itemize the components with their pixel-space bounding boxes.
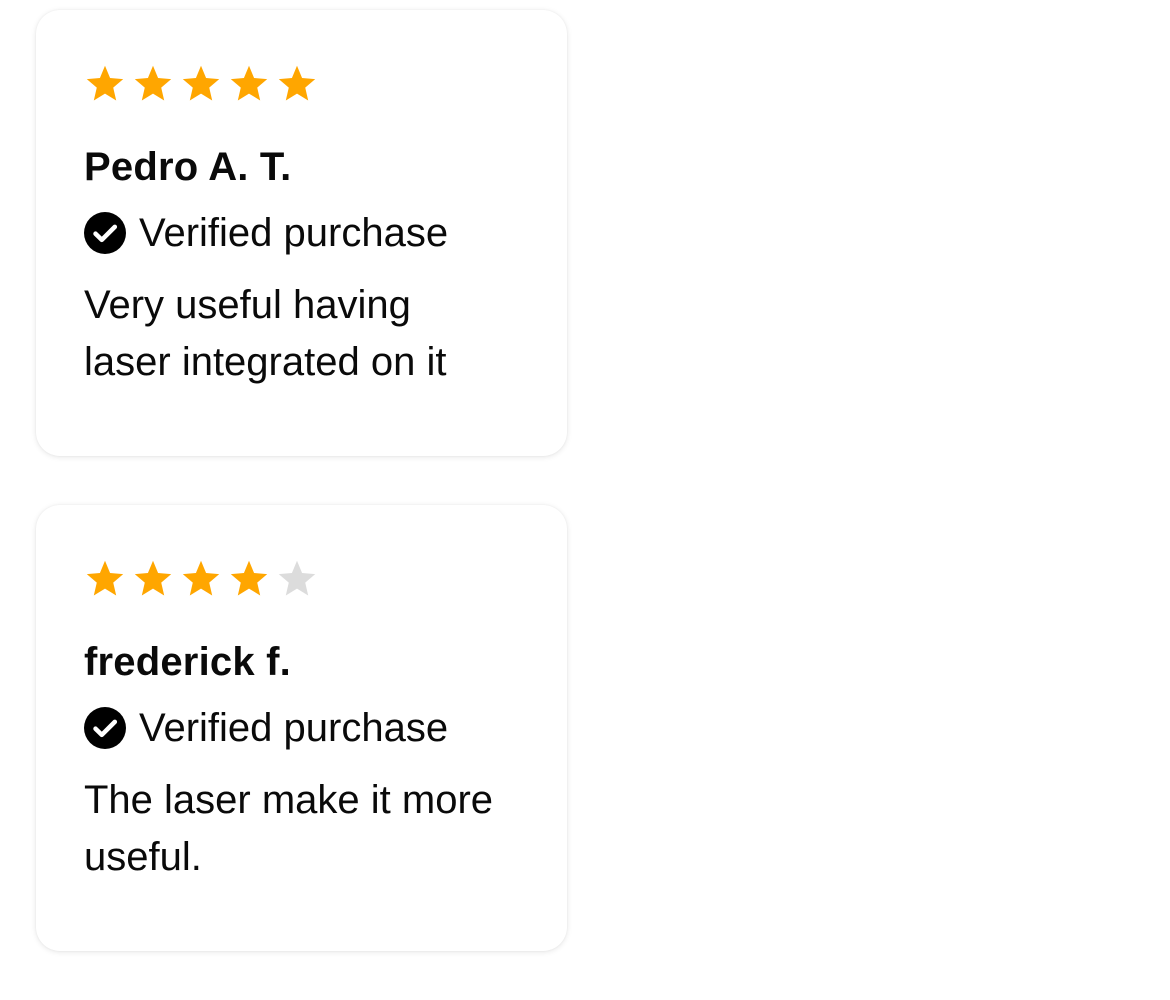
reviewer-name: frederick f. xyxy=(84,640,291,684)
review-text: The laser make it more useful. xyxy=(84,778,494,879)
star-rating xyxy=(84,62,519,106)
verified-purchase-label: Verified purchase xyxy=(139,211,449,255)
review-card: Pedro A. T. Verified purchase Very usefu… xyxy=(36,10,567,456)
star-empty-icon xyxy=(278,560,316,596)
verified-purchase-badge: Verified purchase xyxy=(84,706,519,750)
review-card: frederick f. Verified purchase The laser… xyxy=(36,505,567,951)
star-filled-icon xyxy=(230,560,268,596)
star-filled-icon xyxy=(182,65,220,101)
star-filled-icon xyxy=(230,65,268,101)
star-filled-icon xyxy=(134,560,172,596)
star-rating xyxy=(84,557,519,601)
reviewer-name: Pedro A. T. xyxy=(84,145,292,189)
star-filled-icon xyxy=(134,65,172,101)
verified-purchase-badge: Verified purchase xyxy=(84,211,519,255)
star-filled-icon xyxy=(86,560,124,596)
star-filled-icon xyxy=(182,560,220,596)
star-filled-icon xyxy=(278,65,316,101)
reviews-list: Pedro A. T. Verified purchase Very usefu… xyxy=(36,10,567,1000)
verified-purchase-label: Verified purchase xyxy=(139,706,449,750)
check-circle-icon xyxy=(84,212,126,254)
star-filled-icon xyxy=(86,65,124,101)
check-circle-icon xyxy=(84,707,126,749)
review-text: Very useful having laser integrated on i… xyxy=(84,283,447,384)
